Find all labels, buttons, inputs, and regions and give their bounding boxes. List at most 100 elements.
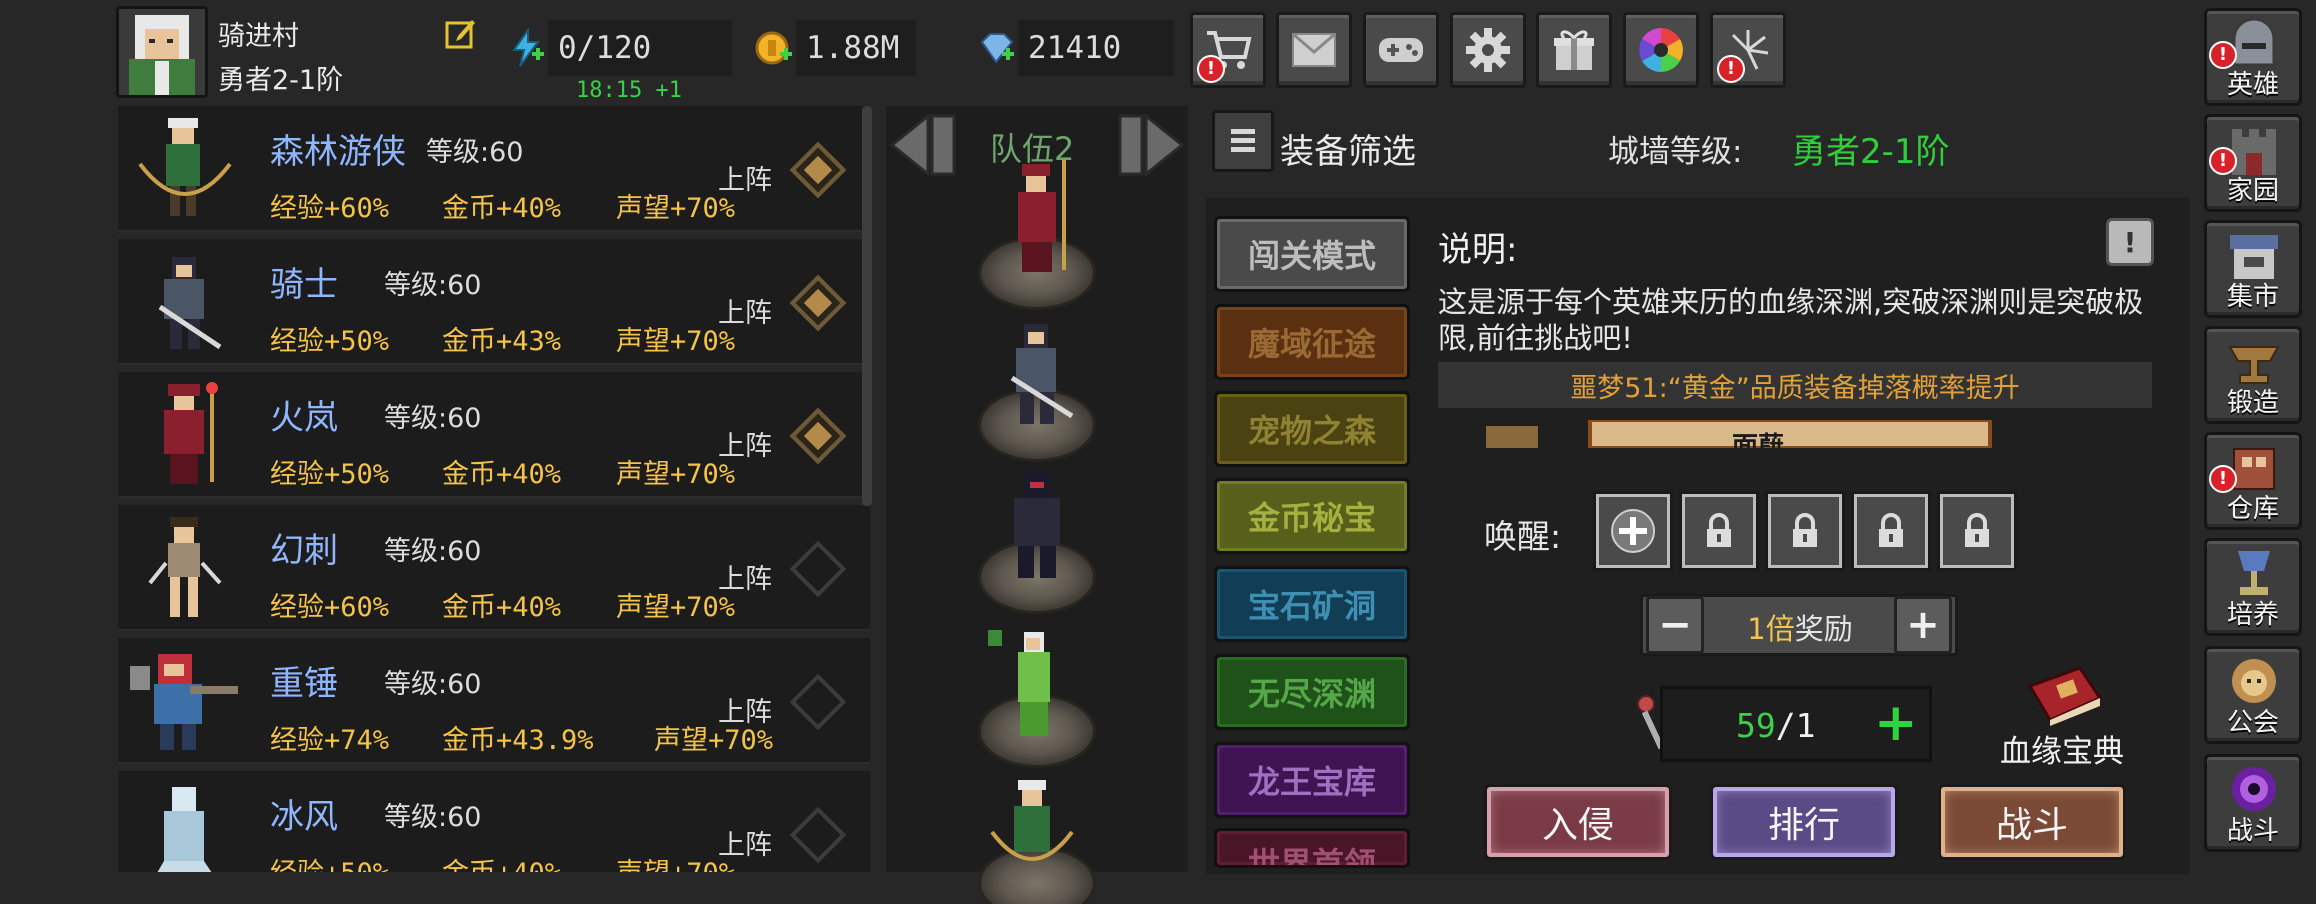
- color-wheel-icon: [1639, 28, 1683, 72]
- awaken-slot-locked[interactable]: [1851, 491, 1931, 571]
- team-prev-button[interactable]: [888, 112, 958, 178]
- hero-exp-bonus: 经验+50%: [270, 459, 390, 490]
- mode-button-world-boss[interactable]: 世界首领: [1214, 828, 1410, 868]
- codex-book-icon[interactable]: [2024, 664, 2106, 728]
- fireworks-button[interactable]: !: [1710, 12, 1786, 88]
- hero-sprite-icon: [164, 382, 218, 484]
- team-member-sprite-icon: [1014, 472, 1060, 578]
- settings-button[interactable]: [1450, 12, 1526, 88]
- sidebar-guild[interactable]: 公会: [2204, 646, 2302, 744]
- hero-deploy-toggle[interactable]: [789, 806, 847, 864]
- description-title: 说明:: [1438, 230, 1518, 270]
- hero-name: 森林游侠: [270, 132, 406, 172]
- info-button[interactable]: !: [2106, 218, 2154, 266]
- edit-icon[interactable]: [444, 16, 478, 50]
- hero-deploy-label: 上阵: [718, 298, 772, 329]
- equipment-filter-button[interactable]: [1212, 110, 1274, 172]
- hero-exp-bonus: 经验+50%: [270, 851, 389, 872]
- menu-list-icon: [1231, 129, 1255, 152]
- awaken-slot-locked[interactable]: [1937, 491, 2017, 571]
- awaken-slot-locked[interactable]: [1679, 491, 1759, 571]
- mode-button-dragon-vault[interactable]: 龙王宝库: [1214, 742, 1410, 818]
- sidebar-heroes[interactable]: ! 英雄: [2204, 8, 2302, 106]
- hero-deploy-toggle[interactable]: [789, 673, 847, 731]
- reward-decrease-button[interactable]: −: [1646, 596, 1704, 654]
- player-avatar[interactable]: [116, 6, 208, 98]
- key-add-button[interactable]: +: [1874, 697, 1918, 749]
- mode-button-pet-forest[interactable]: 宠物之森: [1214, 391, 1410, 467]
- hero-exp-bonus: 经验+60%: [270, 193, 390, 224]
- hero-name: 骑士: [270, 265, 338, 305]
- player-name: 骑进村: [218, 21, 299, 52]
- hero-deploy-label: 上阵: [718, 564, 772, 595]
- mail-button[interactable]: [1276, 12, 1352, 88]
- hero-name: 幻刺: [270, 531, 338, 571]
- team-member-sprite-icon: [988, 630, 1050, 736]
- awaken-slot-add[interactable]: [1593, 491, 1673, 571]
- mode-button-demon-realm[interactable]: 魔域征途: [1214, 304, 1410, 380]
- gift-icon: [1554, 30, 1594, 70]
- arrow-right-icon: [1118, 112, 1185, 178]
- mode-button-stage[interactable]: 闯关模式: [1214, 216, 1410, 292]
- hero-level: 等级:60: [384, 802, 482, 833]
- fireworks-alert-badge: !: [1717, 55, 1745, 83]
- sidebar-forge[interactable]: 锻造: [2204, 326, 2302, 424]
- hero-level: 等级:60: [384, 669, 482, 700]
- sidebar-cultivate[interactable]: 培养: [2204, 538, 2302, 636]
- sidebar-label: 英雄: [2226, 70, 2279, 100]
- hero-coin-bonus: 金币+40%: [442, 459, 562, 490]
- hero-row[interactable]: 冰风 等级:60 经验+50% 金币+40% 声望+70% 上阵: [118, 771, 870, 872]
- shop-button[interactable]: !: [1190, 12, 1266, 88]
- awaken-slot-locked[interactable]: [1765, 491, 1845, 571]
- awaken-label: 唤醒:: [1484, 517, 1562, 556]
- stamina-timer: 18:15 +1: [576, 78, 682, 103]
- ranking-button[interactable]: 排行: [1710, 784, 1898, 860]
- mode-button-endless-abyss[interactable]: 无尽深渊: [1214, 654, 1410, 730]
- gift-button[interactable]: [1536, 12, 1612, 88]
- hero-list-scrollbar[interactable]: [862, 106, 872, 506]
- codex-label[interactable]: 血缘宝典: [2000, 726, 2124, 771]
- hero-deploy-label: 上阵: [718, 165, 772, 196]
- reward-multiplier-suffix: 奖励: [1794, 612, 1853, 646]
- hero-list[interactable]: 森林游侠 等级:60 经验+60% 金币+40% 声望+70% 上阵 骑士 等级…: [118, 106, 870, 872]
- hero-row[interactable]: 重锤 等级:60 经验+74% 金币+43.9% 声望+70% 上阵: [118, 638, 870, 764]
- abyss-scroll-preview[interactable]: 面蕻: [1486, 420, 2122, 448]
- hero-deploy-toggle[interactable]: [789, 540, 847, 598]
- mode-button-gold-treasure[interactable]: 金币秘宝: [1214, 478, 1410, 554]
- hero-sprite-icon: [130, 654, 238, 750]
- nightmare-banner: 噩梦51:“黄金”品质装备掉落概率提升: [1438, 362, 2152, 408]
- sidebar-label: 集市: [2226, 282, 2279, 312]
- key-count: 59/1: [1736, 706, 1816, 745]
- reward-increase-button[interactable]: +: [1894, 596, 1952, 654]
- sidebar-home[interactable]: ! 家园: [2204, 114, 2302, 212]
- sidebar-warehouse[interactable]: ! 仓库: [2204, 432, 2302, 530]
- hero-deploy-toggle[interactable]: [789, 407, 847, 465]
- equipment-filter-label[interactable]: 装备筛选: [1280, 124, 1416, 173]
- battle-button[interactable]: 战斗: [1938, 784, 2126, 860]
- gamepad-icon: [1379, 38, 1423, 62]
- color-wheel-button[interactable]: [1623, 12, 1699, 88]
- invade-button[interactable]: 入侵: [1484, 784, 1672, 860]
- hero-row[interactable]: 森林游侠 等级:60 经验+60% 金币+40% 声望+70% 上阵: [118, 106, 870, 232]
- hero-row[interactable]: 幻刺 等级:60 经验+60% 金币+40% 声望+70% 上阵: [118, 505, 870, 631]
- gamepad-button[interactable]: [1363, 12, 1439, 88]
- scroll-peek-text: 面蕻: [1732, 432, 1785, 448]
- anvil-icon: [2228, 346, 2280, 384]
- hero-exp-bonus: 经验+50%: [270, 326, 390, 357]
- hero-deploy-toggle[interactable]: [789, 274, 847, 332]
- hero-exp-bonus: 经验+74%: [270, 725, 390, 756]
- mode-button-gem-mine[interactable]: 宝石矿洞: [1214, 566, 1410, 642]
- hero-row[interactable]: 骑士 等级:60 经验+50% 金币+43% 声望+70% 上阵: [118, 239, 870, 365]
- key-separator: /: [1775, 706, 1796, 745]
- team-next-button[interactable]: [1116, 112, 1186, 178]
- stamina-icon: [506, 26, 546, 68]
- hero-deploy-toggle[interactable]: [789, 141, 847, 199]
- sidebar-battle[interactable]: 战斗: [2204, 754, 2302, 852]
- plus-icon: [1611, 509, 1655, 553]
- sidebar-market[interactable]: 集市: [2204, 220, 2302, 318]
- gem-icon: [976, 28, 1016, 68]
- hero-row[interactable]: 火岚 等级:60 经验+50% 金币+40% 声望+70% 上阵: [118, 372, 870, 498]
- key-max: 1: [1795, 706, 1816, 745]
- sidebar-label: 战斗: [2226, 816, 2279, 846]
- gold-value: 1.88M: [796, 20, 916, 76]
